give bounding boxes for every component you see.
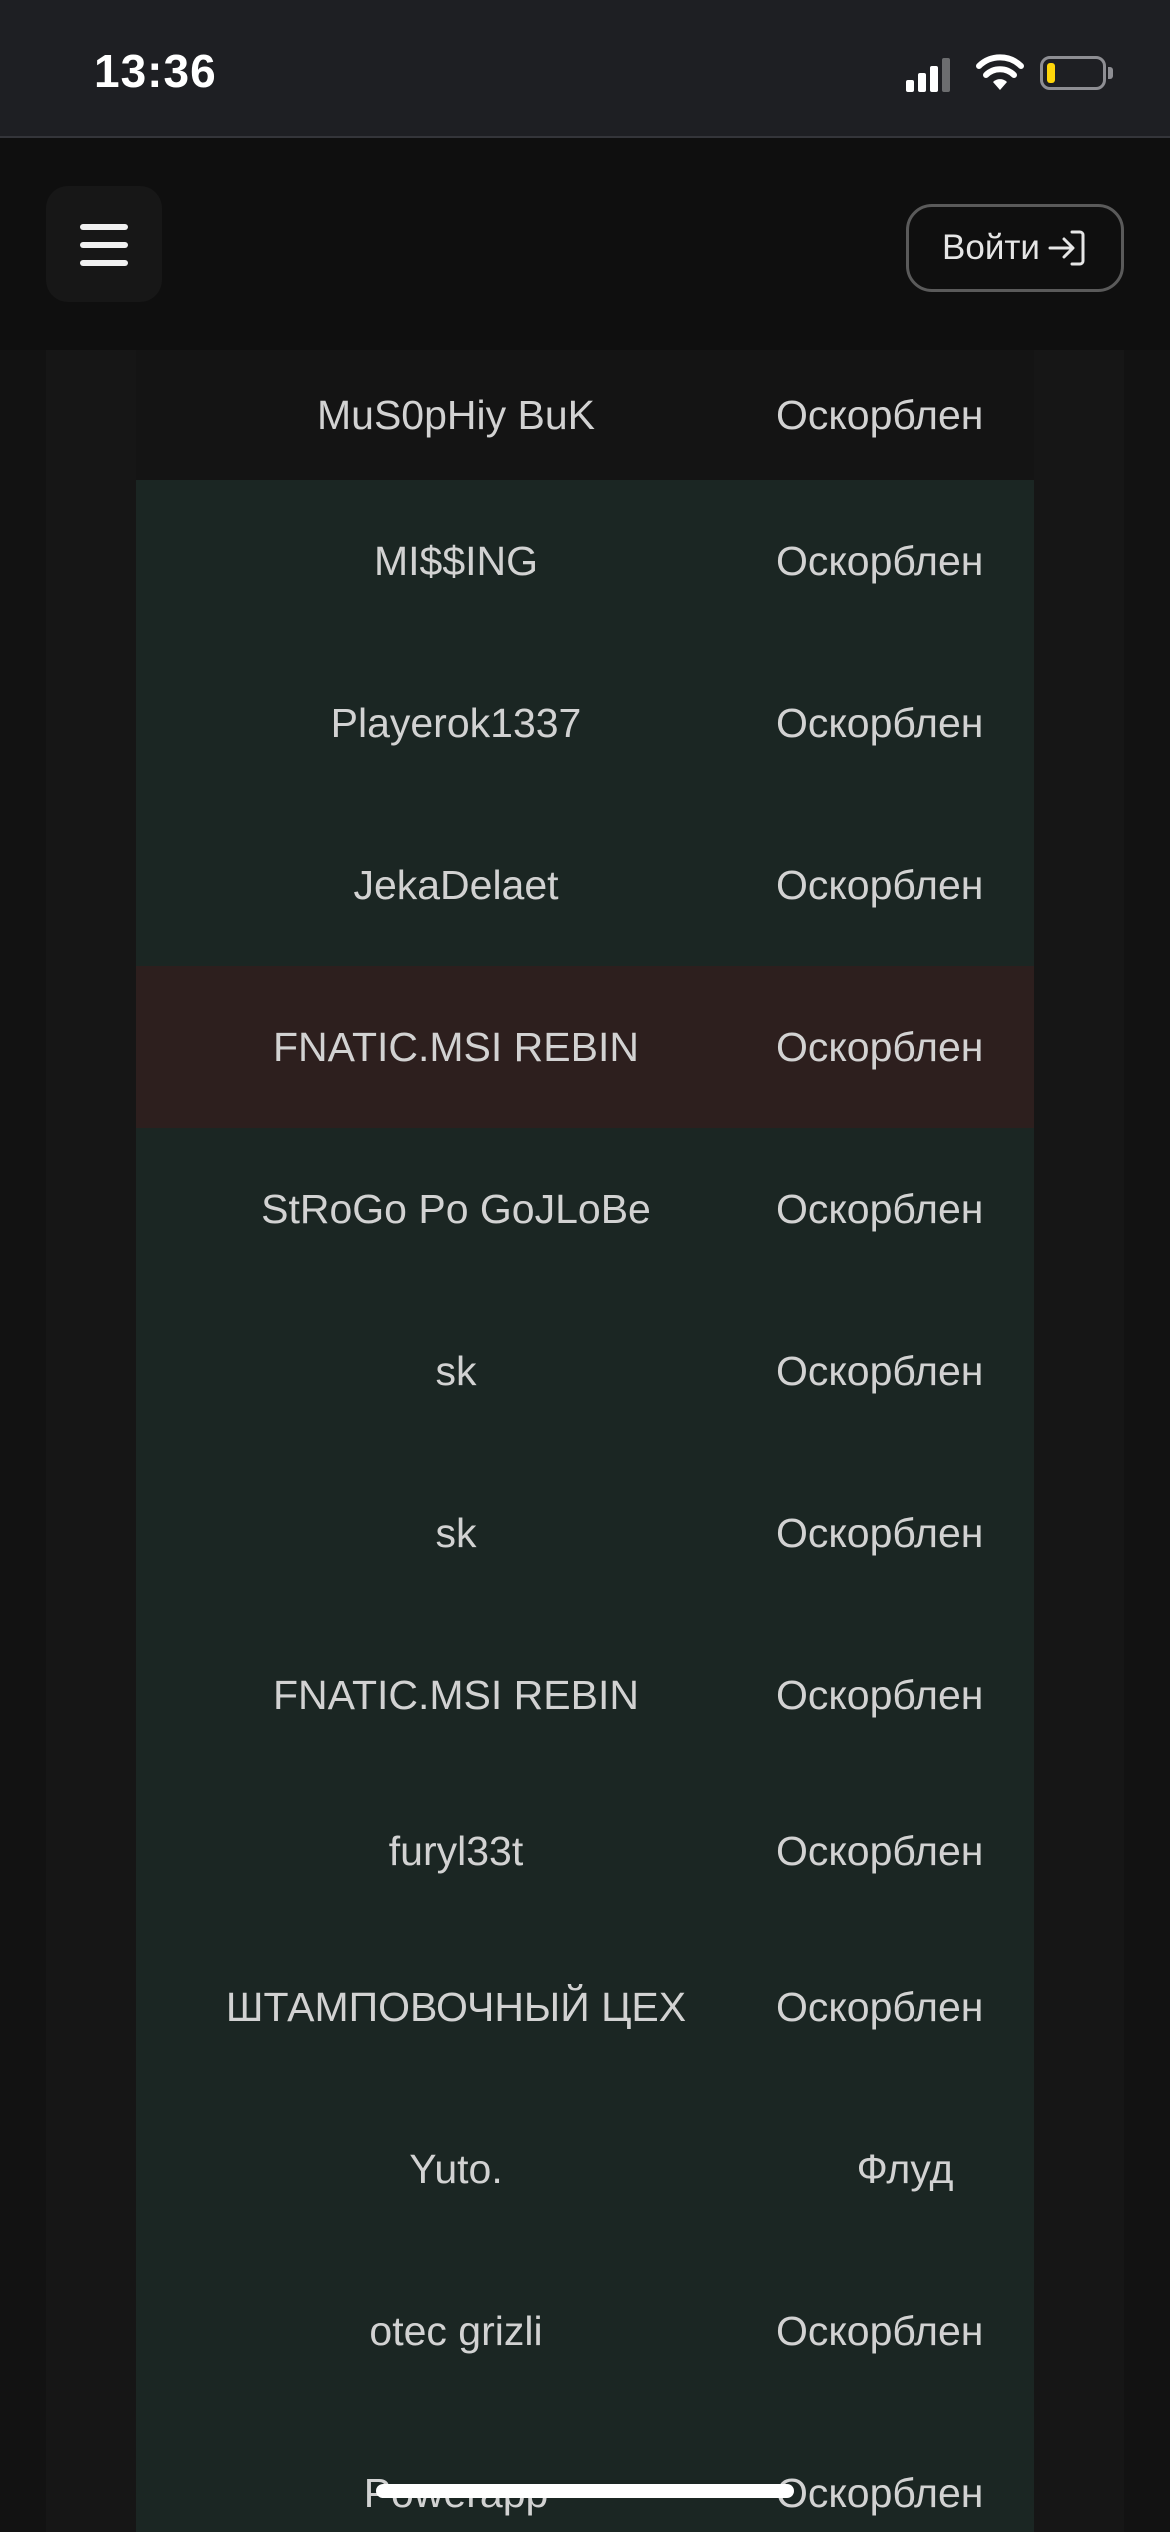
- punishment-reason: Оскорблен: [776, 861, 984, 908]
- punishment-reason: Оскорблен: [776, 1185, 984, 1232]
- player-name: JekaDelaet: [353, 861, 559, 908]
- table-row[interactable]: Yuto. Флуд: [136, 2088, 1034, 2250]
- table-row[interactable]: Powerapp Оскорблен: [136, 2412, 1034, 2532]
- table-row[interactable]: JekaDelaet Оскорблен: [136, 804, 1034, 966]
- punishment-reason: Оскорблен: [776, 1347, 984, 1394]
- app-header: Войти: [0, 138, 1170, 350]
- punishment-reason: Оскорблен: [776, 1671, 984, 1718]
- table-row[interactable]: sk Оскорблен: [136, 1290, 1034, 1452]
- player-name: sk: [435, 1509, 477, 1556]
- punishment-reason: Оскорблен: [776, 2307, 984, 2354]
- punishment-reason: Оскорблен: [776, 1983, 984, 2030]
- player-name: MuS0pHiy BuK: [316, 391, 595, 438]
- player-name: Powerapp: [136, 2412, 776, 2532]
- table-row[interactable]: FNATIC.MSI REBIN Оскорблен: [136, 1614, 1034, 1776]
- table-row[interactable]: furyl33t Оскорблен: [136, 1776, 1034, 1926]
- punishments-table: MuS0pHiy BuK Оскорблен MI$$ING Оскорблен…: [46, 350, 1124, 2532]
- table-row[interactable]: StRoGo Po GoJLoBe Оскорблен: [136, 1128, 1034, 1290]
- player-name: FNATIC.MSI REBIN: [273, 1023, 639, 1070]
- punishment-reason: Оскорблен: [776, 537, 984, 584]
- punishment-reason: Оскорблен: [776, 391, 984, 438]
- hamburger-line: [80, 242, 128, 248]
- home-indicator[interactable]: [376, 2484, 794, 2498]
- status-bar: 13:36: [0, 0, 1170, 138]
- player-name: MI$$ING: [373, 537, 539, 584]
- player-name: StRoGo Po GoJLoBe: [261, 1185, 651, 1232]
- punishment-reason: Оскорблен: [776, 2469, 984, 2516]
- hamburger-menu-button[interactable]: [46, 186, 162, 302]
- table-row[interactable]: MI$$ING Оскорблен: [136, 480, 1034, 642]
- table-row[interactable]: ШТАМПОВОЧНЫЙ ЦЕХ Оскорблен: [136, 1926, 1034, 2088]
- table-row[interactable]: otec grizli Оскорблен: [136, 2250, 1034, 2412]
- hamburger-line: [80, 260, 128, 266]
- player-name: ШТАМПОВОЧНЫЙ ЦЕХ: [225, 1983, 687, 2030]
- table-row[interactable]: MuS0pHiy BuK Оскорблен: [136, 350, 1034, 480]
- table-row[interactable]: Playerok1337 Оскорблен: [136, 642, 1034, 804]
- punishment-reason: Оскорблен: [776, 1827, 984, 1874]
- punishment-reason: Оскорблен: [776, 1023, 984, 1070]
- wifi-icon: [976, 54, 1024, 90]
- player-name: Yuto.: [409, 2145, 503, 2192]
- battery-level: [1047, 63, 1055, 83]
- punishment-reason: Флуд: [856, 2145, 954, 2192]
- player-name: Playerok1337: [330, 699, 582, 746]
- login-button[interactable]: Войти: [906, 204, 1124, 292]
- punishment-reason: Оскорблен: [776, 1509, 984, 1556]
- table-row[interactable]: sk Оскорблен: [136, 1452, 1034, 1614]
- player-name: furyl33t: [388, 1827, 524, 1874]
- status-time: 13:36: [94, 45, 217, 97]
- punishment-reason: Оскорблен: [776, 699, 984, 746]
- login-label: Войти: [942, 228, 1040, 267]
- table-row[interactable]: FNATIC.MSI REBIN Оскорблен: [136, 966, 1034, 1128]
- sign-in-icon: [1048, 230, 1085, 266]
- player-name: otec grizli: [369, 2307, 543, 2354]
- player-name: sk: [435, 1347, 477, 1394]
- battery-icon: [1040, 56, 1106, 90]
- player-name: FNATIC.MSI REBIN: [273, 1671, 639, 1718]
- hamburger-menu-icon: [80, 224, 128, 230]
- cellular-signal-icon: [906, 58, 952, 92]
- battery-cap: [1108, 67, 1113, 79]
